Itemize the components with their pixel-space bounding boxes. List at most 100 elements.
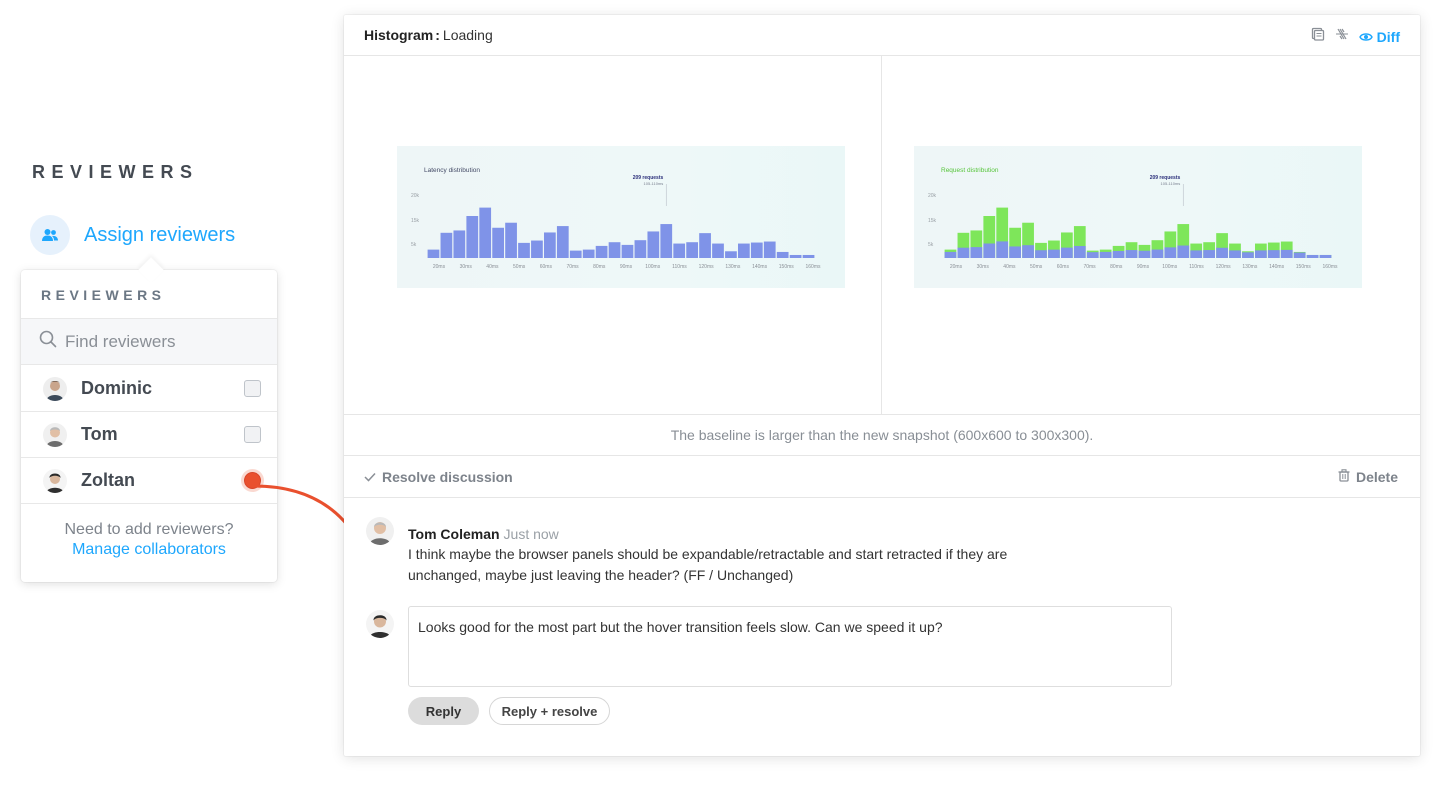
search-input[interactable] <box>65 331 265 352</box>
blue-bar <box>750 242 763 258</box>
delete-label: Delete <box>1355 468 1398 485</box>
blue-bar <box>1022 245 1034 258</box>
header-actions: Diff <box>1311 27 1400 46</box>
x-tick-label: 70ms <box>1083 264 1096 270</box>
blue-bar <box>1242 252 1254 258</box>
blue-bar <box>1035 250 1047 258</box>
blue-bar <box>569 250 582 258</box>
reviewer-row-zoltan[interactable]: Zoltan <box>21 458 277 504</box>
snapshot-panes: Latency distribution 20k 15k 5k 209 requests… <box>344 56 1420 414</box>
diff-toggle[interactable]: Diff <box>1358 29 1400 45</box>
check-icon <box>364 469 376 485</box>
x-tick-label: 130ms <box>1242 264 1258 270</box>
comment-text: I think maybe the browser panels should … <box>408 546 1008 583</box>
x-tick-label: 70ms <box>566 264 579 270</box>
x-tick-label: 60ms <box>1057 264 1070 270</box>
blue-bar <box>531 240 543 258</box>
manage-collaborators-link[interactable]: Manage collaborators <box>21 540 277 560</box>
blue-bar <box>608 242 621 258</box>
baseline-snapshot[interactable]: Latency distribution 20k 15k 5k 209 requests… <box>397 146 845 288</box>
resolve-label: Resolve discussion <box>382 468 513 485</box>
blue-bar <box>1164 247 1177 258</box>
blue-bar <box>1293 252 1306 258</box>
blue-bar <box>1061 247 1073 258</box>
blue-bar <box>1190 250 1203 258</box>
avatar <box>366 610 394 638</box>
blue-bar <box>712 243 724 258</box>
blue-bar <box>738 243 750 258</box>
x-tick-label: 160ms <box>1322 264 1338 270</box>
blue-bar <box>1177 245 1190 258</box>
reviewer-search <box>21 318 277 365</box>
new-snapshot[interactable]: Request distribution 20k 15k 5k 209 requests… <box>914 146 1362 288</box>
reviewer-checkbox[interactable] <box>244 380 261 397</box>
reviewer-row-dominic[interactable]: Dominic <box>21 366 277 412</box>
blue-bar <box>1048 249 1060 258</box>
blue-bar <box>505 222 517 258</box>
reply-button[interactable]: Reply <box>408 697 479 725</box>
blue-bar <box>776 251 789 258</box>
y-tick-label: 20k <box>928 193 937 199</box>
x-tick-label: 90ms <box>1137 264 1150 270</box>
popover-caret <box>138 257 164 283</box>
blue-bar <box>1138 250 1151 258</box>
reply-resolve-button[interactable]: Reply + resolve <box>489 697 610 725</box>
x-tick-label: 40ms <box>486 264 499 270</box>
blue-bar <box>595 245 608 258</box>
x-tick-label: 40ms <box>1003 264 1016 270</box>
x-tick-label: 110ms <box>1189 264 1204 270</box>
x-tick-label: 30ms <box>460 264 473 270</box>
x-tick-label: 160ms <box>805 264 821 270</box>
delete-discussion-button[interactable]: Delete <box>1338 469 1398 485</box>
chart-title: Latency distribution <box>424 167 480 174</box>
blue-bar <box>699 233 711 258</box>
blue-bar <box>944 251 957 258</box>
assign-reviewers-button[interactable]: Assign reviewers <box>30 214 235 256</box>
blue-bar <box>1203 250 1215 258</box>
avatar <box>43 468 67 493</box>
resolve-discussion-button[interactable]: Resolve discussion <box>364 469 513 485</box>
reply-textarea[interactable]: Looks good for the most part but the hov… <box>408 606 1172 687</box>
eye-icon <box>1358 29 1373 45</box>
reviewer-row-tom[interactable]: Tom <box>21 412 277 458</box>
blue-bar <box>970 247 983 258</box>
x-tick-label: 120ms <box>699 264 715 270</box>
blue-bar <box>725 251 737 258</box>
copy-icon[interactable] <box>1311 27 1325 46</box>
blue-bar <box>802 254 815 258</box>
blue-bar <box>1229 250 1241 258</box>
x-tick-label: 120ms <box>1216 264 1232 270</box>
trash-icon <box>1338 468 1350 485</box>
people-icon <box>30 215 70 255</box>
comment-author: Tom Coleman <box>408 526 500 542</box>
blue-bar <box>686 242 698 258</box>
blue-bar <box>466 216 479 258</box>
blue-bar <box>1306 254 1319 258</box>
popover-title: REVIEWERS <box>41 287 166 303</box>
baseline-histogram: Latency distribution20k15k5k209 requests… <box>411 167 821 270</box>
blue-bar <box>957 247 970 258</box>
blue-bar <box>763 241 776 258</box>
blue-bar <box>440 232 453 258</box>
avatar <box>366 517 394 545</box>
x-tick-label: 50ms <box>513 264 526 270</box>
x-tick-label: 50ms <box>1030 264 1043 270</box>
blue-bar <box>556 226 569 258</box>
blue-bar <box>1099 251 1112 258</box>
transparency-icon[interactable] <box>1335 27 1349 46</box>
blue-bar <box>518 242 530 258</box>
blue-bar <box>582 249 595 258</box>
blue-bar <box>479 207 492 258</box>
blue-bar <box>1255 250 1267 258</box>
size-notice: The baseline is larger than the new snap… <box>344 414 1420 456</box>
reviewers-heading: REVIEWERS <box>32 162 199 182</box>
blue-bar <box>621 244 634 258</box>
y-tick-label: 15k <box>411 218 420 224</box>
blue-bar <box>427 249 440 258</box>
y-tick-label: 5k <box>411 242 417 248</box>
snapshot-card: Histogram : Loading Diff Latency distrib… <box>344 15 1420 756</box>
blue-bar <box>1112 250 1125 258</box>
search-icon <box>39 330 57 353</box>
blue-bar <box>1151 249 1164 258</box>
reviewer-checkbox[interactable] <box>244 426 261 443</box>
